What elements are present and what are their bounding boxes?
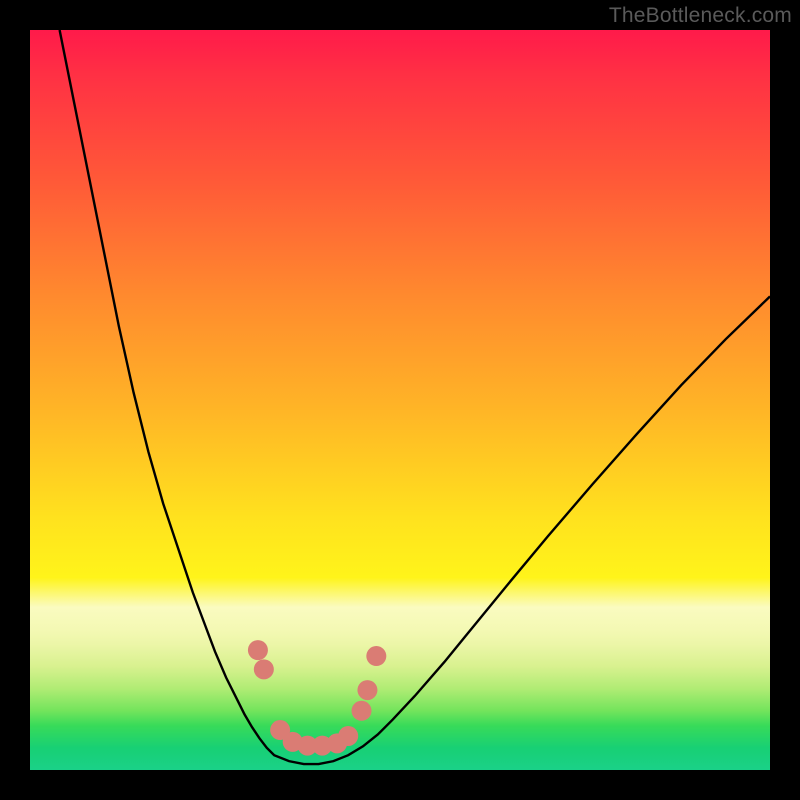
data-dot (338, 726, 358, 746)
data-dot (248, 640, 268, 660)
plot-area (30, 30, 770, 770)
dots-group (248, 640, 386, 755)
curve-layer (30, 30, 770, 770)
chart-frame: TheBottleneck.com (0, 0, 800, 800)
bottleneck-curve (60, 30, 770, 764)
data-dot (352, 701, 372, 721)
watermark-text: TheBottleneck.com (609, 4, 792, 28)
data-dot (357, 680, 377, 700)
data-dot (366, 646, 386, 666)
data-dot (254, 659, 274, 679)
